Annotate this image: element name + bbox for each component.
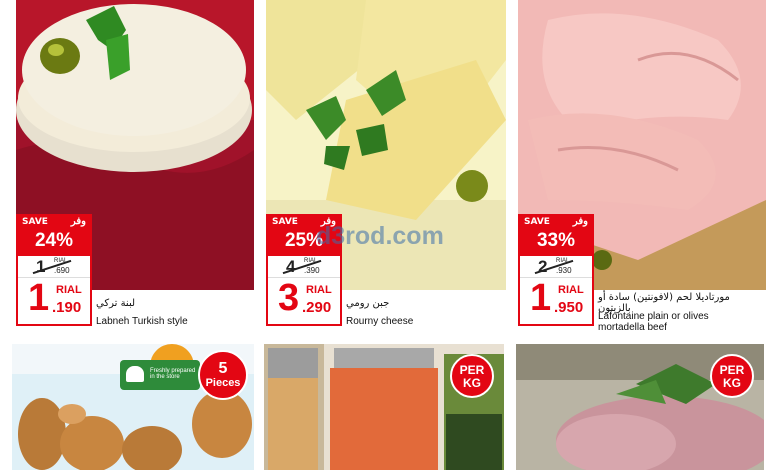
fresh-tag: Freshly prepared in the store	[120, 360, 200, 390]
product-card-pastry[interactable]: Freshly prepared in the store 5 Pieces	[12, 344, 254, 470]
watermark: d3rod.com	[316, 222, 444, 250]
product-name-en: Lafontaine plain or olives mortadella be…	[598, 311, 709, 333]
save-percent: 24%	[34, 230, 74, 251]
per-kg-badge: PER KG	[710, 354, 754, 398]
per-kg-badge: PER KG	[450, 354, 494, 398]
product-name-en: Labneh Turkish style	[96, 316, 188, 327]
old-price: 4 RIAL .390	[268, 256, 340, 278]
new-price: 3 RIAL .290	[278, 277, 332, 319]
product-card-cheese[interactable]: SAVE وفر 25% 4 RIAL .390 3 RIAL .290 جبن…	[266, 0, 506, 330]
save-label: SAVE	[272, 217, 298, 227]
save-percent: 33%	[536, 230, 576, 251]
save-label: SAVE	[524, 217, 550, 227]
save-label-ar: وفر	[572, 216, 588, 227]
save-price-box: SAVE وفر 33% 2 RIAL .930 1 RIAL .950	[518, 214, 594, 326]
product-name-ar: لبنة تركي	[96, 298, 136, 309]
product-name-ar: جبن رومي	[346, 298, 390, 309]
old-price: 1 RIAL .690	[18, 256, 90, 278]
save-price-box: SAVE وفر 24% 1 RIAL .690 1 RIAL .190	[16, 214, 92, 326]
new-price: 1 RIAL .950	[530, 277, 584, 319]
save-label-ar: وفر	[70, 216, 86, 227]
old-price: 2 RIAL .930	[520, 256, 592, 278]
save-label: SAVE	[22, 217, 48, 227]
product-card-meat[interactable]: PER KG	[516, 344, 764, 470]
pieces-badge: 5 Pieces	[198, 350, 248, 400]
product-card-mortadella[interactable]: SAVE وفر 33% 2 RIAL .930 1 RIAL .950 مور…	[518, 0, 766, 334]
chef-hat-icon	[126, 366, 144, 382]
product-name-en: Rourny cheese	[346, 316, 414, 327]
product-card-labneh[interactable]: SAVE وفر 24% 1 RIAL .690 1 RIAL .190 لبن…	[16, 0, 254, 330]
product-card-spices[interactable]: PER KG	[264, 344, 504, 470]
new-price: 1 RIAL .190	[28, 277, 82, 319]
